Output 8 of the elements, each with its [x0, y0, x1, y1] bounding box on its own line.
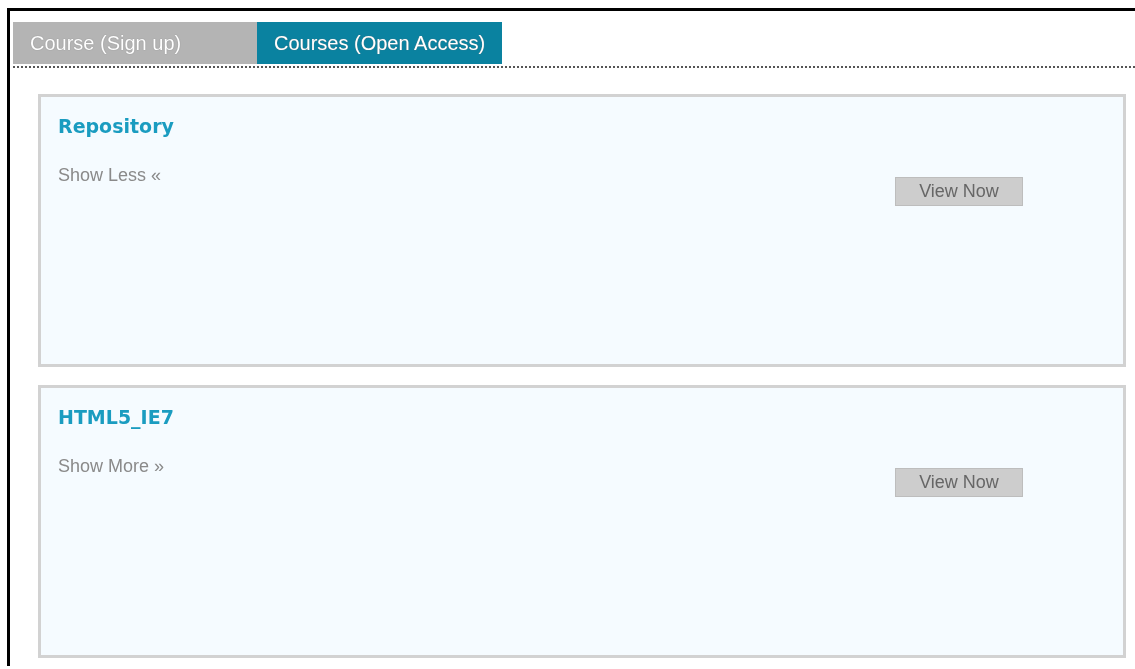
tab[interactable]: Courses (Open Access) [257, 22, 503, 64]
view-now-button[interactable]: View Now [895, 177, 1023, 206]
view-now-button[interactable]: View Now [895, 468, 1023, 497]
course-title[interactable]: HTML5_IE7 [58, 406, 174, 428]
tab[interactable]: Course (Sign up) [13, 22, 257, 64]
course-title[interactable]: Repository [58, 115, 174, 137]
show-toggle-link[interactable]: Show More » [58, 456, 165, 477]
show-toggle-link[interactable]: Show Less « [58, 165, 162, 186]
